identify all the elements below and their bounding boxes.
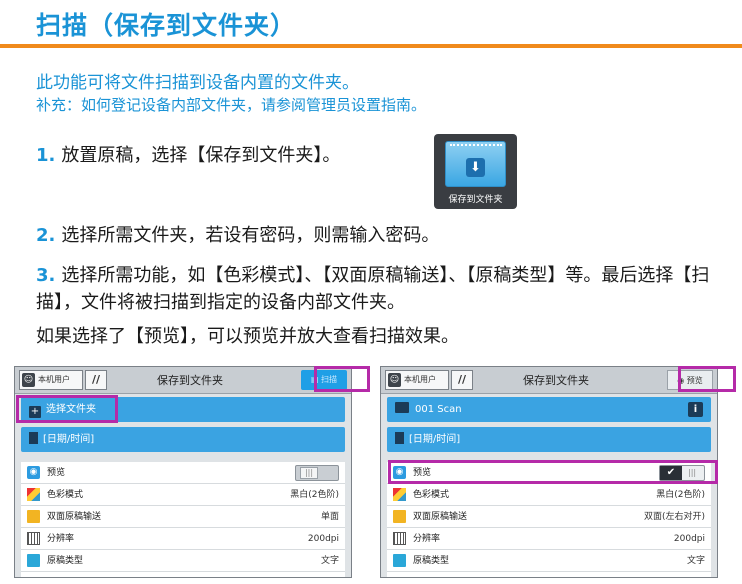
user-icon: ☺	[388, 373, 401, 387]
title-divider	[0, 44, 742, 48]
row-label: 色彩模式	[47, 490, 84, 500]
folder-download-icon: ⬇	[445, 141, 506, 187]
folder-icon	[395, 402, 409, 413]
document-icon	[29, 432, 38, 444]
step-2: 2. 选择所需文件夹，若设有密码，则需输入密码。	[36, 222, 439, 249]
step-1: 1. 放置原稿，选择【保存到文件夹】。	[36, 142, 340, 169]
list-item-color-mode[interactable]: 色彩模式 黑白(2色阶)	[387, 484, 711, 506]
screen-title: 保存到文件夹	[157, 374, 223, 387]
folder-label: 001 Scan	[415, 404, 462, 415]
plus-icon: +	[29, 406, 41, 418]
filename-button[interactable]: [日期/时间]	[21, 427, 345, 452]
tool-button[interactable]: //	[85, 370, 107, 390]
step-3-number: 3.	[36, 265, 56, 286]
select-folder-label: 选择文件夹	[46, 404, 96, 415]
color-mode-icon	[393, 488, 406, 501]
step-2-number: 2.	[36, 225, 56, 246]
list-item-original-type[interactable]: 原稿类型 文字	[387, 550, 711, 572]
step-1-text: 放置原稿，选择【保存到文件夹】。	[61, 145, 341, 166]
resolution-icon	[393, 532, 406, 545]
info-icon[interactable]: i	[688, 402, 703, 417]
row-value: 文字	[320, 556, 339, 566]
step-1-number: 1.	[36, 145, 56, 166]
settings-list: ◉ 预览 ||| 色彩模式 黑白(2色阶) 双面原稿输送 单面 分辨率 200d…	[21, 462, 345, 577]
resolution-icon	[27, 532, 40, 545]
list-item-color-mode[interactable]: 色彩模式 黑白(2色阶)	[21, 484, 345, 506]
row-value: 200dpi	[673, 534, 705, 544]
row-label: 分辨率	[413, 534, 441, 544]
screen-title: 保存到文件夹	[523, 374, 589, 387]
list-item-resolution[interactable]: 分辨率 200dpi	[21, 528, 345, 550]
panel-header: ☺ 本机用户 // 保存到文件夹 ▤ 扫描	[15, 367, 351, 394]
page-title: 扫描（保存到文件夹）	[36, 11, 297, 40]
duplex-icon	[393, 510, 406, 523]
preview-label: 预览	[686, 376, 703, 385]
tool-button[interactable]: //	[451, 370, 473, 390]
row-label: 双面原稿输送	[47, 512, 102, 522]
scan-label: 扫描	[321, 375, 338, 384]
scan-icon: ▤	[310, 375, 319, 384]
row-label: 原稿类型	[47, 556, 84, 566]
user-button[interactable]: ☺ 本机用户	[385, 370, 449, 390]
row-value: 200dpi	[307, 534, 339, 544]
list-item-duplex[interactable]: 双面原稿输送 双面(左右对开)	[387, 506, 711, 528]
row-label: 色彩模式	[413, 490, 450, 500]
step-3-text: 选择所需功能，如【色彩模式】、【双面原稿输送】、【原稿类型】等。最后选择【扫描】…	[36, 265, 710, 313]
supplement-text: 补充：如何登记设备内部文件夹，请参阅管理员设置指南。	[36, 96, 427, 114]
row-label: 分辨率	[47, 534, 75, 544]
row-label: 双面原稿输送	[413, 512, 468, 522]
save-to-folder-app-icon[interactable]: ⬇ 保存到文件夹	[434, 134, 517, 209]
scan-button[interactable]: ▤ 扫描	[301, 370, 347, 390]
list-item-preview[interactable]: ◉ 预览 ✔ |||	[387, 462, 711, 484]
scan-screen-left: ☺ 本机用户 // 保存到文件夹 ▤ 扫描 + 选择文件夹 [日期/时间] ◉ 预览…	[14, 366, 352, 578]
eye-icon: ◉	[677, 376, 685, 385]
panel-header: ☺ 本机用户 // 保存到文件夹 ◉ 预览	[381, 367, 717, 394]
download-arrow-icon: ⬇	[466, 158, 485, 177]
preview-note: 如果选择了【预览】，可以预览并放大查看扫描效果。	[36, 326, 459, 347]
row-label: 预览	[413, 468, 432, 478]
preview-toggle[interactable]: |||	[295, 465, 339, 481]
scan-screen-right: ☺ 本机用户 // 保存到文件夹 ◉ 预览 001 Scan i [日期/时间] …	[380, 366, 718, 578]
user-label: 本机用户	[404, 375, 436, 384]
original-type-icon	[27, 554, 40, 567]
step-3: 3. 选择所需功能，如【色彩模式】、【双面原稿输送】、【原稿类型】等。最后选择【扫…	[36, 262, 736, 316]
document-icon	[395, 432, 404, 444]
row-label: 预览	[47, 468, 66, 478]
list-item-duplex[interactable]: 双面原稿输送 单面	[21, 506, 345, 528]
preview-toggle[interactable]: ✔ |||	[659, 465, 705, 481]
user-button[interactable]: ☺ 本机用户	[19, 370, 83, 390]
select-folder-button[interactable]: + 选择文件夹	[21, 397, 345, 422]
color-mode-icon	[27, 488, 40, 501]
list-item-resolution[interactable]: 分辨率 200dpi	[387, 528, 711, 550]
intro-text: 此功能可将文件扫描到设备内置的文件夹。	[36, 73, 359, 93]
settings-list: ◉ 预览 ✔ ||| 色彩模式 黑白(2色阶) 双面原稿输送 双面(左右对开) 分…	[387, 462, 711, 577]
user-label: 本机用户	[38, 375, 70, 384]
check-icon: ✔	[660, 466, 682, 480]
row-value: 双面(左右对开)	[643, 512, 705, 522]
row-value: 单面	[320, 512, 339, 522]
row-value: 文字	[686, 556, 705, 566]
step-2-text: 选择所需文件夹，若设有密码，则需输入密码。	[61, 225, 440, 246]
eye-icon: ◉	[393, 466, 406, 479]
list-item-original-type[interactable]: 原稿类型 文字	[21, 550, 345, 572]
original-type-icon	[393, 554, 406, 567]
preview-button[interactable]: ◉ 预览	[667, 370, 713, 390]
filename-button[interactable]: [日期/时间]	[387, 427, 711, 452]
row-value: 黑白(2色阶)	[656, 490, 705, 500]
datetime-label: [日期/时间]	[409, 434, 461, 445]
user-icon: ☺	[22, 373, 35, 387]
row-value: 黑白(2色阶)	[290, 490, 339, 500]
datetime-label: [日期/时间]	[43, 434, 95, 445]
app-icon-label: 保存到文件夹	[448, 195, 503, 205]
duplex-icon	[27, 510, 40, 523]
row-label: 原稿类型	[413, 556, 450, 566]
eye-icon: ◉	[27, 466, 40, 479]
list-item-preview[interactable]: ◉ 预览 |||	[21, 462, 345, 484]
folder-button[interactable]: 001 Scan i	[387, 397, 711, 422]
